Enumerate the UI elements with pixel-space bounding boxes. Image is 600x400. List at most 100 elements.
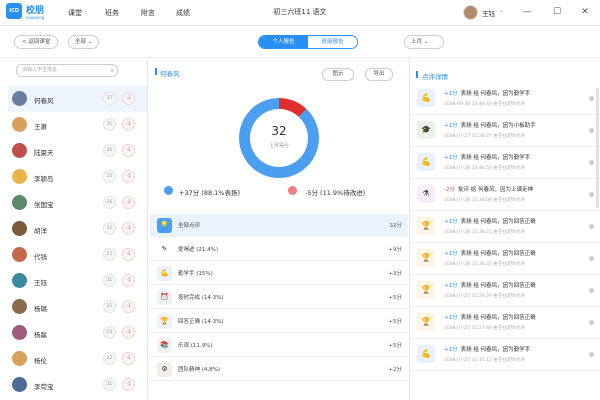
student-negative-score[interactable]: -1	[122, 92, 135, 105]
score-label: 上月得分	[268, 143, 289, 149]
student-name: 陆夏天	[34, 149, 54, 157]
chevron-down-icon[interactable]: ⌄	[499, 7, 504, 14]
student-positive-score[interactable]: 21	[103, 222, 116, 235]
student-row[interactable]: 何春风 37 -1	[8, 85, 147, 112]
student-row[interactable]: 杨伦 22 -1	[8, 345, 147, 372]
student-negative-score[interactable]: -1	[122, 248, 135, 261]
student-positive-score[interactable]: 25	[103, 144, 116, 157]
student-negative-score[interactable]: -1	[122, 170, 135, 183]
nav-item-notes[interactable]: 附言	[141, 8, 155, 18]
comment-time: 2018-07-26 11:38:33 由王钰老师点评	[444, 262, 525, 267]
comment-menu-dot[interactable]	[589, 192, 594, 197]
student-negative-score[interactable]: -1	[122, 274, 135, 287]
category-label: 按时完成 (14.3%)	[178, 295, 224, 301]
category-row[interactable]: 🏆 回答正确 (14.3%) +5分	[150, 310, 408, 333]
student-positive-score[interactable]: 21	[103, 300, 116, 313]
comment-menu-dot[interactable]	[589, 128, 594, 133]
student-positive-score[interactable]: 21	[103, 378, 116, 391]
student-positive-score[interactable]: 21	[103, 274, 116, 287]
period-select[interactable]: 上月 ⌄	[404, 35, 444, 49]
back-to-class-button[interactable]: < 返回课堂	[14, 35, 59, 49]
comment-item[interactable]: 🏆 +1分 表扬 给 何春风，因为回答正确 2018-07-26 11:38:33 由…	[410, 244, 600, 275]
comment-time: 2018-09-30 14:49:43 由王钰老师点评	[444, 102, 525, 107]
student-row[interactable]: 杨磊 23 -1	[8, 319, 147, 346]
category-label: 回答正确 (14.3%)	[178, 319, 224, 325]
comment-menu-dot[interactable]	[589, 288, 594, 293]
search-input[interactable]: 请输入学生姓名 ⌕	[16, 64, 118, 77]
comment-menu-dot[interactable]	[589, 320, 594, 325]
student-negative-score[interactable]: -1	[122, 326, 135, 339]
category-row[interactable]: ⏰ 按时完成 (14.3%) +5分	[150, 286, 408, 309]
comment-item[interactable]: 🏆 +1分 表扬 给 何春风，因为回答正确 2018-07-25 11:29:29 由…	[410, 276, 600, 307]
category-label: 全部点评	[178, 223, 201, 229]
student-negative-score[interactable]: -1	[122, 222, 135, 235]
comment-menu-dot[interactable]	[589, 352, 594, 357]
comment-text-line: +1分 表扬 给 何春风，因为回答正确	[444, 313, 536, 321]
student-row[interactable]: 胡洋 21 -1	[8, 215, 147, 242]
comment-item[interactable]: 💪 +1分 表扬 给 何春风，因为勤学手 2018-07-25 11:15:12 由王…	[410, 340, 600, 371]
category-row[interactable]: 💪 勤学手 (15%) +3分	[150, 262, 408, 285]
student-positive-score[interactable]: 26	[103, 196, 116, 209]
student-positive-score[interactable]: 23	[103, 326, 116, 339]
category-row[interactable]: ⚙ 团队精神 (4.8%) +2分	[150, 358, 408, 381]
student-positive-score[interactable]: 25	[103, 170, 116, 183]
student-negative-score[interactable]: -2	[122, 196, 135, 209]
avatar[interactable]	[463, 5, 478, 20]
comment-text: 表扬 给 何春风，因为小板助手	[460, 123, 536, 129]
comment-menu-dot[interactable]	[589, 256, 594, 261]
student-avatar	[12, 273, 27, 288]
positive-stat-icon	[164, 186, 173, 195]
student-row[interactable]: 王钰 21 -1	[8, 267, 147, 294]
student-negative-score[interactable]: -1	[122, 144, 135, 157]
student-negative-score[interactable]: -1	[122, 378, 135, 391]
student-row[interactable]: 陆夏天 25 -1	[8, 137, 147, 164]
student-name: 王钰	[34, 279, 47, 287]
student-negative-score[interactable]: -1	[122, 118, 135, 131]
comment-item[interactable]: 🎓 +1分 表扬 给 何春风，因为小板助手 2018-07-27 11:28:27 由…	[410, 116, 600, 147]
student-row[interactable]: 李颖岛 25 -1	[8, 163, 147, 190]
student-positive-score[interactable]: 31	[103, 118, 116, 131]
category-value: +5分	[388, 295, 402, 301]
student-row[interactable]: 张国宝 26 -2	[8, 189, 147, 216]
comment-item[interactable]: 🏆 +1分 表扬 给 何春风，因为回答正确 2018-07-25 11:27:49 由…	[410, 308, 600, 339]
filter-select[interactable]: 全部 ⌄	[68, 35, 100, 49]
student-row[interactable]: 李苟宝 21 -1	[8, 371, 147, 398]
comment-item[interactable]: 💪 +1分 表扬 给 何春风，因为勤学手 2018-09-30 14:49:43 由王…	[410, 84, 600, 115]
student-negative-score[interactable]: -1	[122, 352, 135, 365]
minimize-icon[interactable]: —	[520, 5, 534, 19]
student-positive-score[interactable]: 21	[103, 248, 116, 261]
nav-item-affairs[interactable]: 班务	[105, 8, 119, 18]
nav-item-class[interactable]: 课堂	[68, 8, 82, 18]
tab-personal-report[interactable]: 个人报告	[259, 36, 308, 48]
comment-time: 2018-07-26 11:38:08 由王钰老师点评	[444, 198, 525, 203]
export-button[interactable]: 导出	[365, 68, 393, 81]
nav-item-grades[interactable]: 成绩	[176, 8, 190, 18]
comment-icon: 💪	[417, 345, 435, 363]
comment-menu-dot[interactable]	[589, 160, 594, 165]
comment-item[interactable]: 💪 +1分 表扬 给 何春风，因为勤学手 2018-07-26 14:46:53 由王…	[410, 148, 600, 179]
close-icon[interactable]: ✕	[578, 5, 592, 19]
student-positive-score[interactable]: 37	[103, 92, 116, 105]
comment-menu-dot[interactable]	[589, 224, 594, 229]
student-row[interactable]: 代钱 21 -1	[8, 241, 147, 268]
category-value: 32分	[389, 223, 403, 229]
comment-item[interactable]: 🏆 +1分 表扬 给 何春风，因为回答正确 2018-07-26 11:38:21 由…	[410, 212, 600, 243]
comment-points: +1分	[444, 91, 458, 97]
student-positive-score[interactable]: 22	[103, 352, 116, 365]
comment-item[interactable]: ⚗ -2分 批评 给 何春风，因为上课走神 2018-07-26 11:38:08 由…	[410, 180, 600, 211]
category-row-all[interactable]: 💡 全部点评 32分	[150, 214, 408, 237]
tab-class-report[interactable]: 班级报告	[308, 36, 357, 48]
category-row[interactable]: 📚 乐观 (11.9%) +5分	[150, 334, 408, 357]
comment-menu-dot[interactable]	[589, 96, 594, 101]
maximize-icon[interactable]: ☐	[550, 5, 564, 19]
student-row[interactable]: 王箫 31 -1	[8, 111, 147, 138]
search-icon[interactable]: ⌕	[111, 65, 114, 76]
category-label: 乐观 (11.9%)	[178, 343, 213, 349]
report-panel: 何春风 图示 导出 32 上月得分 +37分 (88.1%表扬) -5分 (11…	[148, 58, 410, 400]
user-name[interactable]: 王钰	[482, 8, 495, 18]
student-row[interactable]: 杨璐 21 -1	[8, 293, 147, 320]
scrollbar[interactable]	[596, 88, 599, 208]
category-row[interactable]: ✎ 爱喝迹 (21.4%) +9分	[150, 238, 408, 261]
student-negative-score[interactable]: -1	[122, 300, 135, 313]
chart-button[interactable]: 图示	[322, 68, 354, 81]
